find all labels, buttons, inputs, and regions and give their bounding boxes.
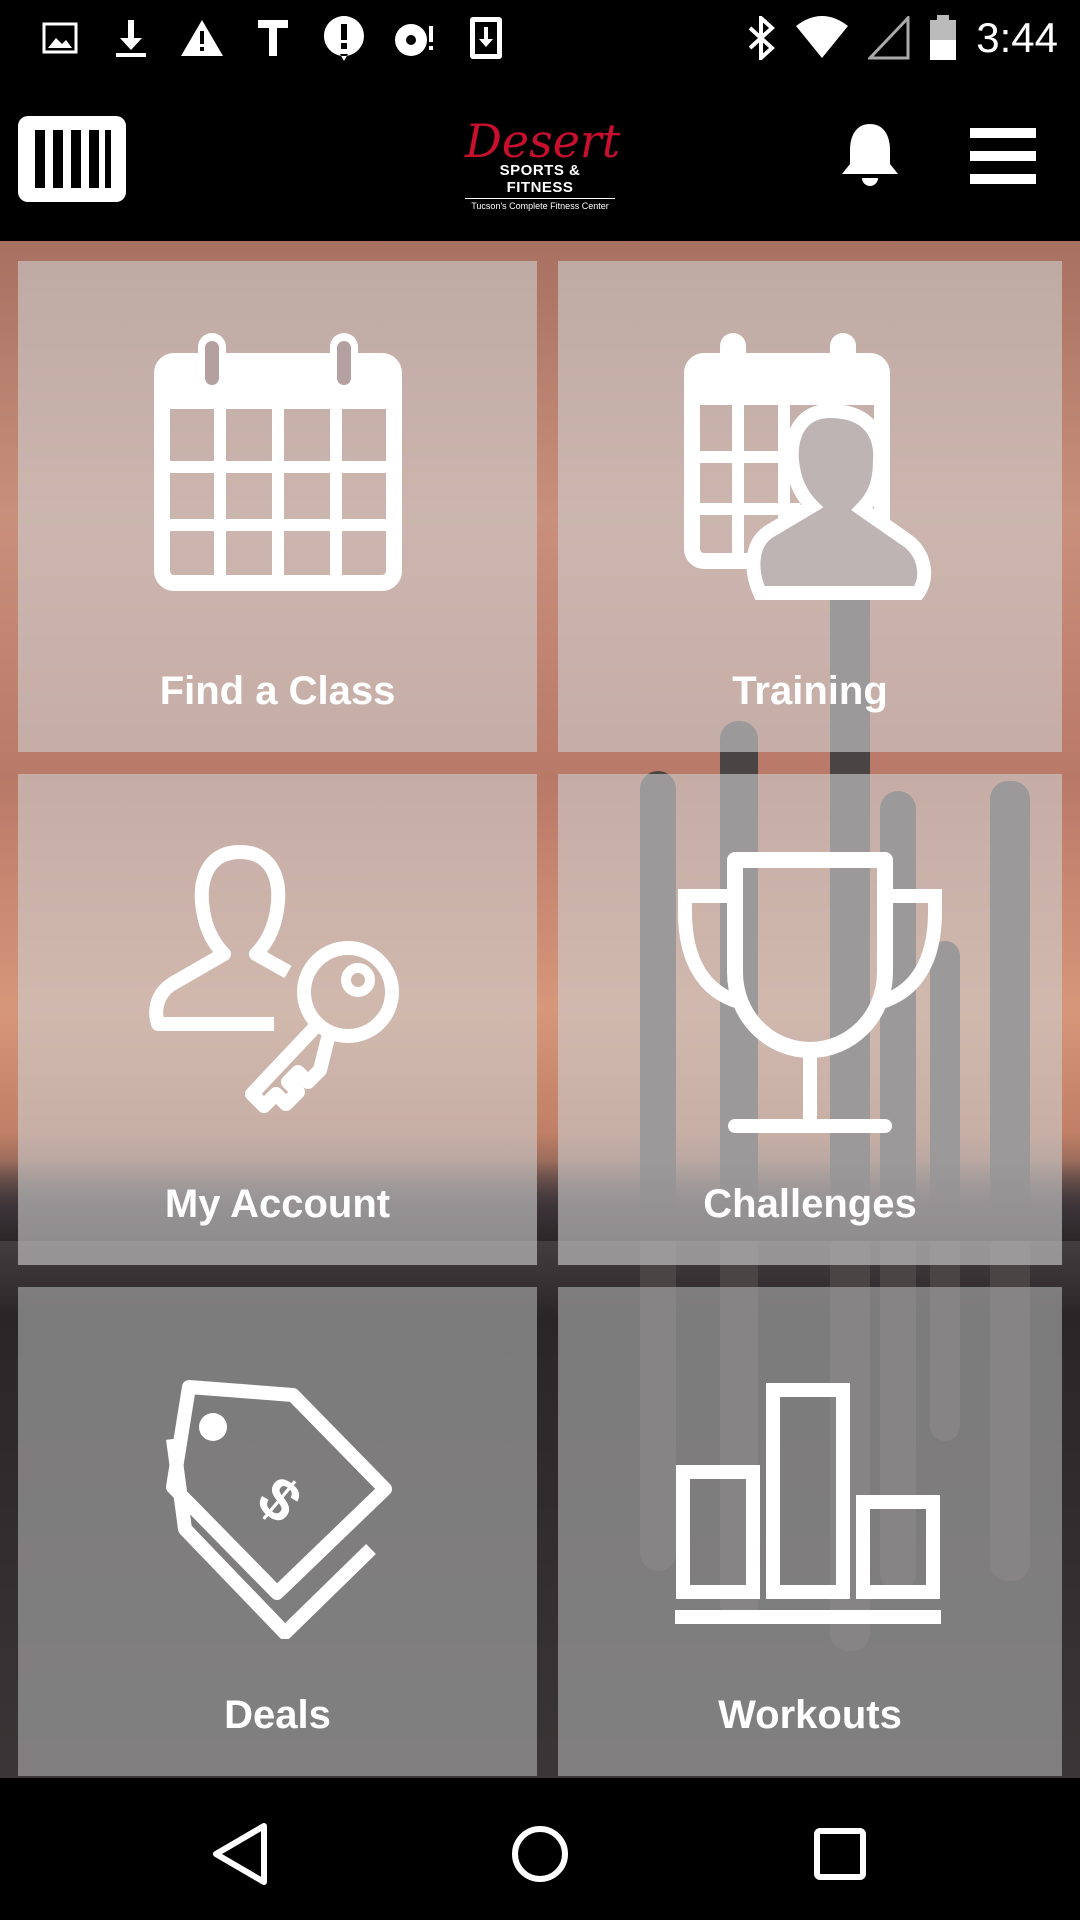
trophy-icon	[678, 852, 942, 1133]
tile-label: Deals	[224, 1693, 331, 1737]
bar-chart-icon	[675, 1383, 941, 1624]
tile-label: Find a Class	[159, 669, 396, 713]
system-nav-bar	[0, 1778, 1080, 1920]
tile-deals[interactable]: $ Deals	[18, 1287, 537, 1776]
image-icon	[30, 12, 90, 64]
logo-line1: SPORTS & FITNESS	[465, 162, 615, 199]
sim-download-icon	[456, 12, 516, 64]
barcode-button[interactable]	[18, 116, 126, 202]
alert-icon	[314, 12, 374, 64]
app-bar: Desert SPORTS & FITNESS Tucson's Complet…	[0, 76, 1080, 241]
bell-icon	[842, 124, 898, 186]
hamburger-bar	[970, 174, 1036, 184]
bluetooth-icon	[746, 16, 776, 60]
text-icon	[243, 12, 303, 64]
tile-label: Challenges	[703, 1182, 917, 1226]
tile-challenges[interactable]: Challenges	[558, 774, 1062, 1265]
sync-icon	[385, 12, 445, 64]
calendar-person-icon	[684, 333, 932, 600]
logo-line2: Tucson's Complete Fitness Center	[471, 201, 609, 211]
menu-button[interactable]	[970, 128, 1040, 188]
barcode-icon	[35, 130, 111, 188]
tile-label: Training	[732, 669, 888, 713]
recents-icon	[814, 1828, 866, 1880]
signal-icon	[868, 16, 910, 60]
calendar-icon	[153, 333, 402, 591]
hamburger-bar	[970, 151, 1036, 161]
tile-find-a-class[interactable]: Find a Class	[18, 261, 537, 752]
battery-icon	[928, 14, 958, 62]
warning-icon	[172, 12, 232, 64]
clock: 3:44	[976, 14, 1058, 61]
tile-workouts[interactable]: Workouts	[558, 1287, 1062, 1776]
notifications-button[interactable]	[840, 120, 900, 190]
tile-label: My Account	[164, 1182, 391, 1226]
wifi-icon	[794, 16, 850, 60]
person-key-icon	[148, 845, 399, 1113]
price-tag-icon: $	[165, 1380, 392, 1639]
status-bar: 3:44	[0, 0, 1080, 76]
tile-my-account[interactable]: My Account	[18, 774, 537, 1265]
home-icon	[512, 1826, 568, 1882]
hamburger-bar	[970, 128, 1036, 138]
svg-text:$: $	[245, 1463, 314, 1536]
recents-button[interactable]	[800, 1814, 880, 1894]
app-logo: Desert SPORTS & FITNESS Tucson's Complet…	[465, 114, 621, 211]
tile-label: Workouts	[718, 1693, 902, 1737]
notification-icons	[30, 12, 527, 64]
tile-training[interactable]: Training	[558, 261, 1062, 752]
back-button[interactable]	[200, 1814, 280, 1894]
download-icon	[101, 12, 161, 64]
logo-script: Desert	[465, 114, 621, 168]
home-button[interactable]	[500, 1814, 580, 1894]
back-icon	[213, 1823, 267, 1885]
